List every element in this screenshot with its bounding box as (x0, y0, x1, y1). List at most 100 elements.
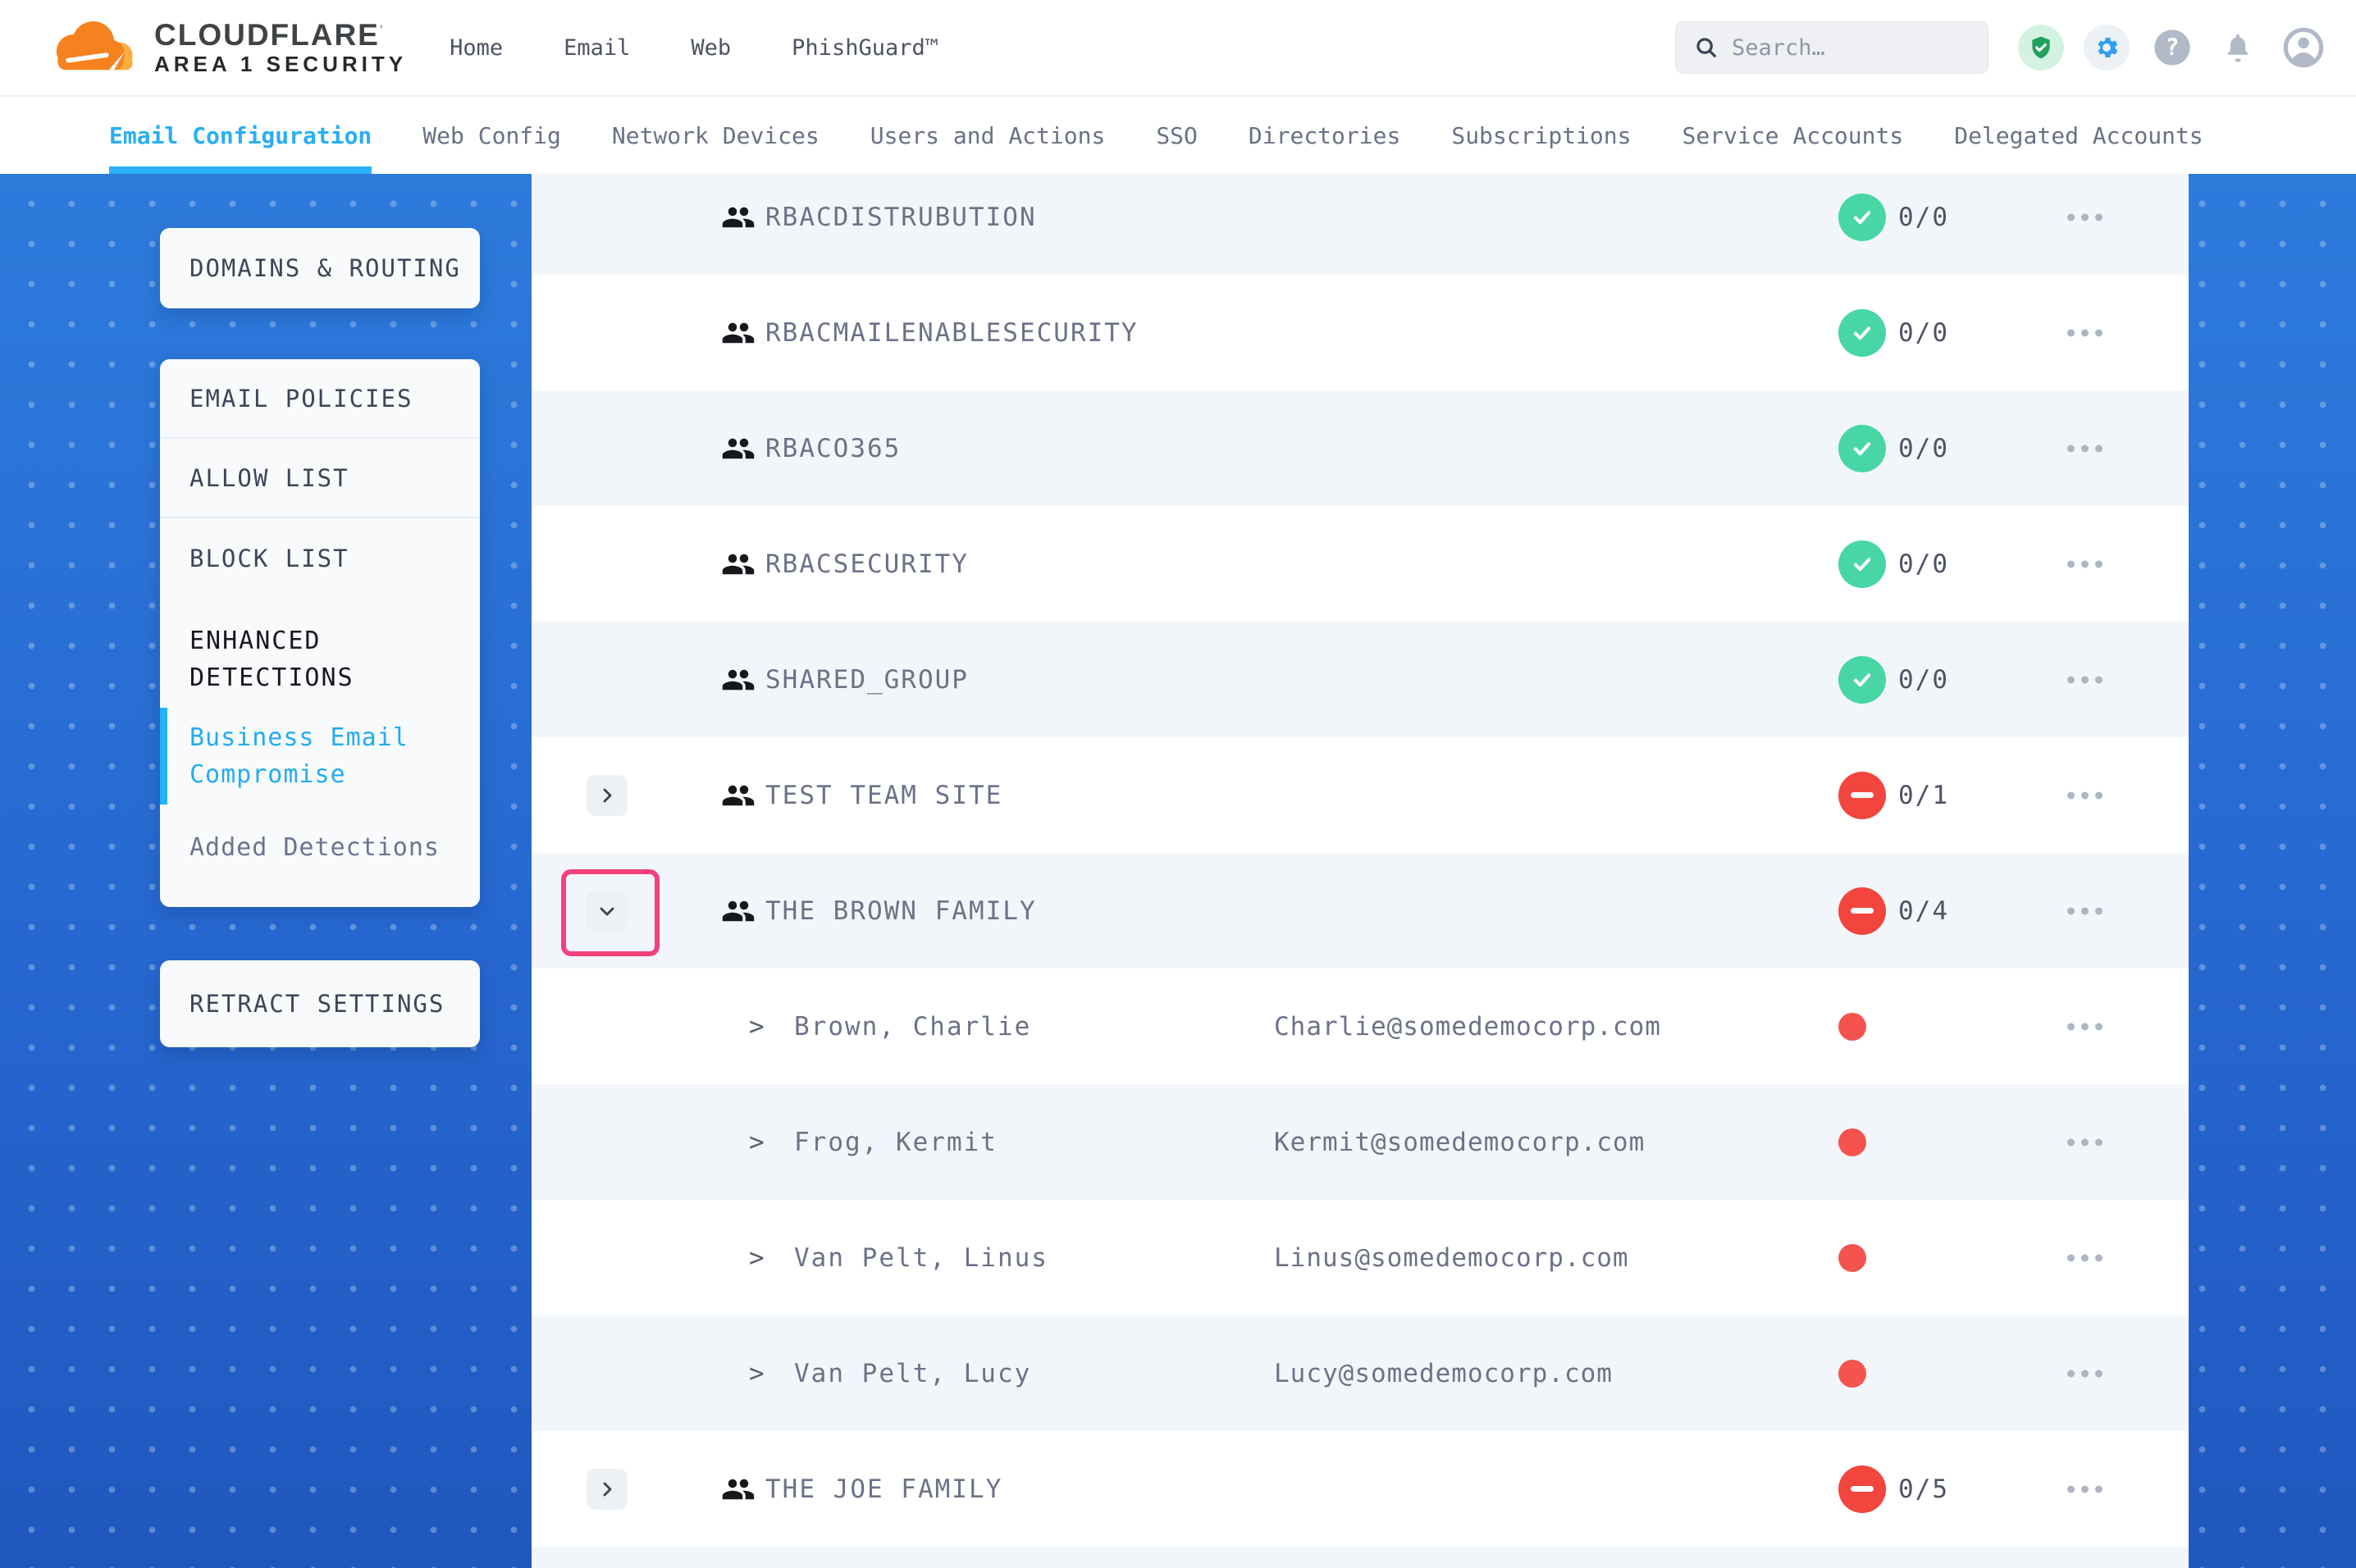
row-actions-menu-button[interactable] (2067, 329, 2103, 336)
tab-directories[interactable]: Directories (1249, 97, 1400, 174)
sidebar-item-added-detections[interactable]: Added Detections (160, 811, 480, 884)
top-nav-item-phishguard[interactable]: PhishGuard™ (792, 35, 938, 61)
user-chevron-icon[interactable]: > (749, 1128, 765, 1157)
top-nav-item-web[interactable]: Web (691, 35, 731, 61)
member-count: 0/4 (1898, 896, 1949, 926)
group-name: THE BROWN FAMILY (765, 896, 1037, 926)
sidebar-card-retract-settings[interactable]: RETRACT SETTINGS (160, 960, 480, 1047)
status-blocked-badge (1838, 887, 1886, 935)
user-name: Van Pelt, Linus (794, 1243, 1048, 1273)
brand-subtitle: AREA 1 SECURITY (154, 52, 407, 77)
group-icon (721, 431, 756, 466)
tab-web-config[interactable]: Web Config (422, 97, 561, 174)
table-row-rbacmailenablesecurity: RBACMAILENABLESECURITY 0/0 (532, 275, 2189, 390)
group-icon (721, 894, 756, 928)
member-count: 0/1 (1898, 781, 1949, 810)
search-icon (1694, 35, 1719, 60)
tab-service-accounts[interactable]: Service Accounts (1683, 97, 1904, 174)
group-icon (721, 778, 756, 813)
notifications-bell-icon[interactable] (2215, 25, 2261, 71)
group-icon (721, 663, 756, 697)
member-count: 0/0 (1898, 665, 1949, 695)
sidebar-item-business-email-compromise[interactable]: Business Email Compromise (160, 701, 480, 811)
expand-button-test-team-site[interactable] (587, 775, 628, 816)
group-name: SHARED_GROUP (765, 665, 969, 695)
search-box[interactable] (1675, 21, 1988, 74)
user-chevron-icon[interactable]: > (749, 1243, 765, 1273)
group-icon (721, 316, 756, 350)
user-name: Van Pelt, Lucy (794, 1359, 1031, 1388)
table-row-test-team-site: TEST TEAM SITE0/1 (532, 737, 2189, 853)
brand-trademark: ' (380, 23, 385, 37)
row-actions-menu-button[interactable] (2067, 1023, 2103, 1030)
row-actions-menu-button[interactable] (2067, 676, 2103, 683)
table-row-spacer (532, 1547, 2189, 1568)
config-tab-bar: Email Configuration Web Config Network Dev… (0, 97, 2356, 174)
status-check-badge (1838, 194, 1886, 241)
row-actions-menu-button[interactable] (2067, 1254, 2103, 1261)
table-row-rbaco365: RBACO365 0/0 (532, 390, 2189, 506)
sidebar-item-allow-list[interactable]: ALLOW LIST (160, 439, 480, 518)
enhanced-detections-header: ENHANCED DETECTIONS (160, 598, 480, 701)
sidebar-item-block-list[interactable]: BLOCK LIST (160, 518, 480, 598)
help-icon[interactable]: ? (2149, 25, 2195, 71)
top-nav: Home Email Web PhishGuard™ (450, 35, 938, 61)
row-actions-menu-button[interactable] (2067, 907, 2103, 914)
top-nav-item-home[interactable]: Home (450, 35, 503, 61)
tab-sso[interactable]: SSO (1156, 97, 1198, 174)
member-count: 0/5 (1898, 1475, 1949, 1504)
top-bar: CLOUDFLARE' AREA 1 SECURITY Home Email Web… (0, 0, 2356, 97)
table-row-frog-kermit: >Frog, KermitKermit@somedemocorp.com (532, 1084, 2189, 1200)
search-input[interactable] (1732, 35, 1970, 61)
row-actions-menu-button[interactable] (2067, 1370, 2103, 1377)
status-alert-dot (1838, 1013, 1866, 1041)
sidebar-card-domains-routing[interactable]: DOMAINS & ROUTING (160, 228, 480, 308)
brand-name: CLOUDFLARE (154, 18, 380, 52)
security-status-icon[interactable] (2018, 25, 2064, 71)
row-actions-menu-button[interactable] (2067, 791, 2103, 799)
table-row-rbacsecurity: RBACSECURITY 0/0 (532, 506, 2189, 622)
status-blocked-badge (1838, 1465, 1886, 1513)
tab-email-configuration[interactable]: Email Configuration (109, 97, 372, 174)
settings-gear-icon[interactable] (2084, 25, 2130, 71)
main-area: DOMAINS & ROUTING EMAIL POLICIESALLOW LI… (0, 174, 2356, 1568)
status-check-badge (1838, 656, 1886, 704)
expand-button-the-joe-family[interactable] (587, 1469, 628, 1510)
row-actions-menu-button[interactable] (2067, 1485, 2103, 1493)
row-actions-menu-button[interactable] (2067, 213, 2103, 221)
status-alert-dot (1838, 1128, 1866, 1156)
collapse-button-the-brown-family[interactable] (587, 891, 628, 932)
tab-users-and-actions[interactable]: Users and Actions (870, 97, 1106, 174)
group-name: RBACO365 (765, 434, 901, 463)
row-actions-menu-button[interactable] (2067, 560, 2103, 567)
account-avatar-icon[interactable] (2281, 25, 2326, 71)
status-check-badge (1838, 309, 1886, 357)
user-chevron-icon[interactable]: > (749, 1359, 765, 1388)
groups-table-panel: RBACDISTRUBUTION0/0RBACMAILENABLESECURIT… (532, 174, 2189, 1568)
domains-routing-label: DOMAINS & ROUTING (189, 254, 461, 282)
retract-settings-label: RETRACT SETTINGS (189, 990, 445, 1018)
member-count: 0/0 (1898, 318, 1949, 348)
tab-subscriptions[interactable]: Subscriptions (1451, 97, 1631, 174)
table-row-the-joe-family: THE JOE FAMILY 0/5 (532, 1431, 2189, 1547)
top-nav-item-email[interactable]: Email (564, 35, 630, 61)
user-email: Lucy@somedemocorp.com (1274, 1359, 1613, 1388)
group-name: RBACDISTRUBUTION (765, 203, 1037, 232)
top-icon-row: ? (2018, 25, 2326, 71)
group-name: RBACSECURITY (765, 549, 969, 579)
group-name: THE JOE FAMILY (765, 1475, 1002, 1504)
tab-delegated-accounts[interactable]: Delegated Accounts (1954, 97, 2203, 174)
cloudflare-cloud-icon (46, 17, 138, 78)
tab-network-devices[interactable]: Network Devices (612, 97, 820, 174)
member-count: 0/0 (1898, 434, 1949, 463)
user-email: Kermit@somedemocorp.com (1274, 1128, 1645, 1157)
user-email: Charlie@somedemocorp.com (1274, 1012, 1661, 1042)
status-alert-dot (1838, 1360, 1866, 1388)
cloudflare-logo[interactable]: CLOUDFLARE' AREA 1 SECURITY (46, 17, 407, 78)
sidebar-item-email-policies[interactable]: EMAIL POLICIES (160, 359, 480, 439)
row-actions-menu-button[interactable] (2067, 1138, 2103, 1146)
row-actions-menu-button[interactable] (2067, 444, 2103, 452)
member-count: 0/0 (1898, 549, 1949, 579)
user-chevron-icon[interactable]: > (749, 1012, 765, 1042)
group-name: RBACMAILENABLESECURITY (765, 318, 1139, 348)
